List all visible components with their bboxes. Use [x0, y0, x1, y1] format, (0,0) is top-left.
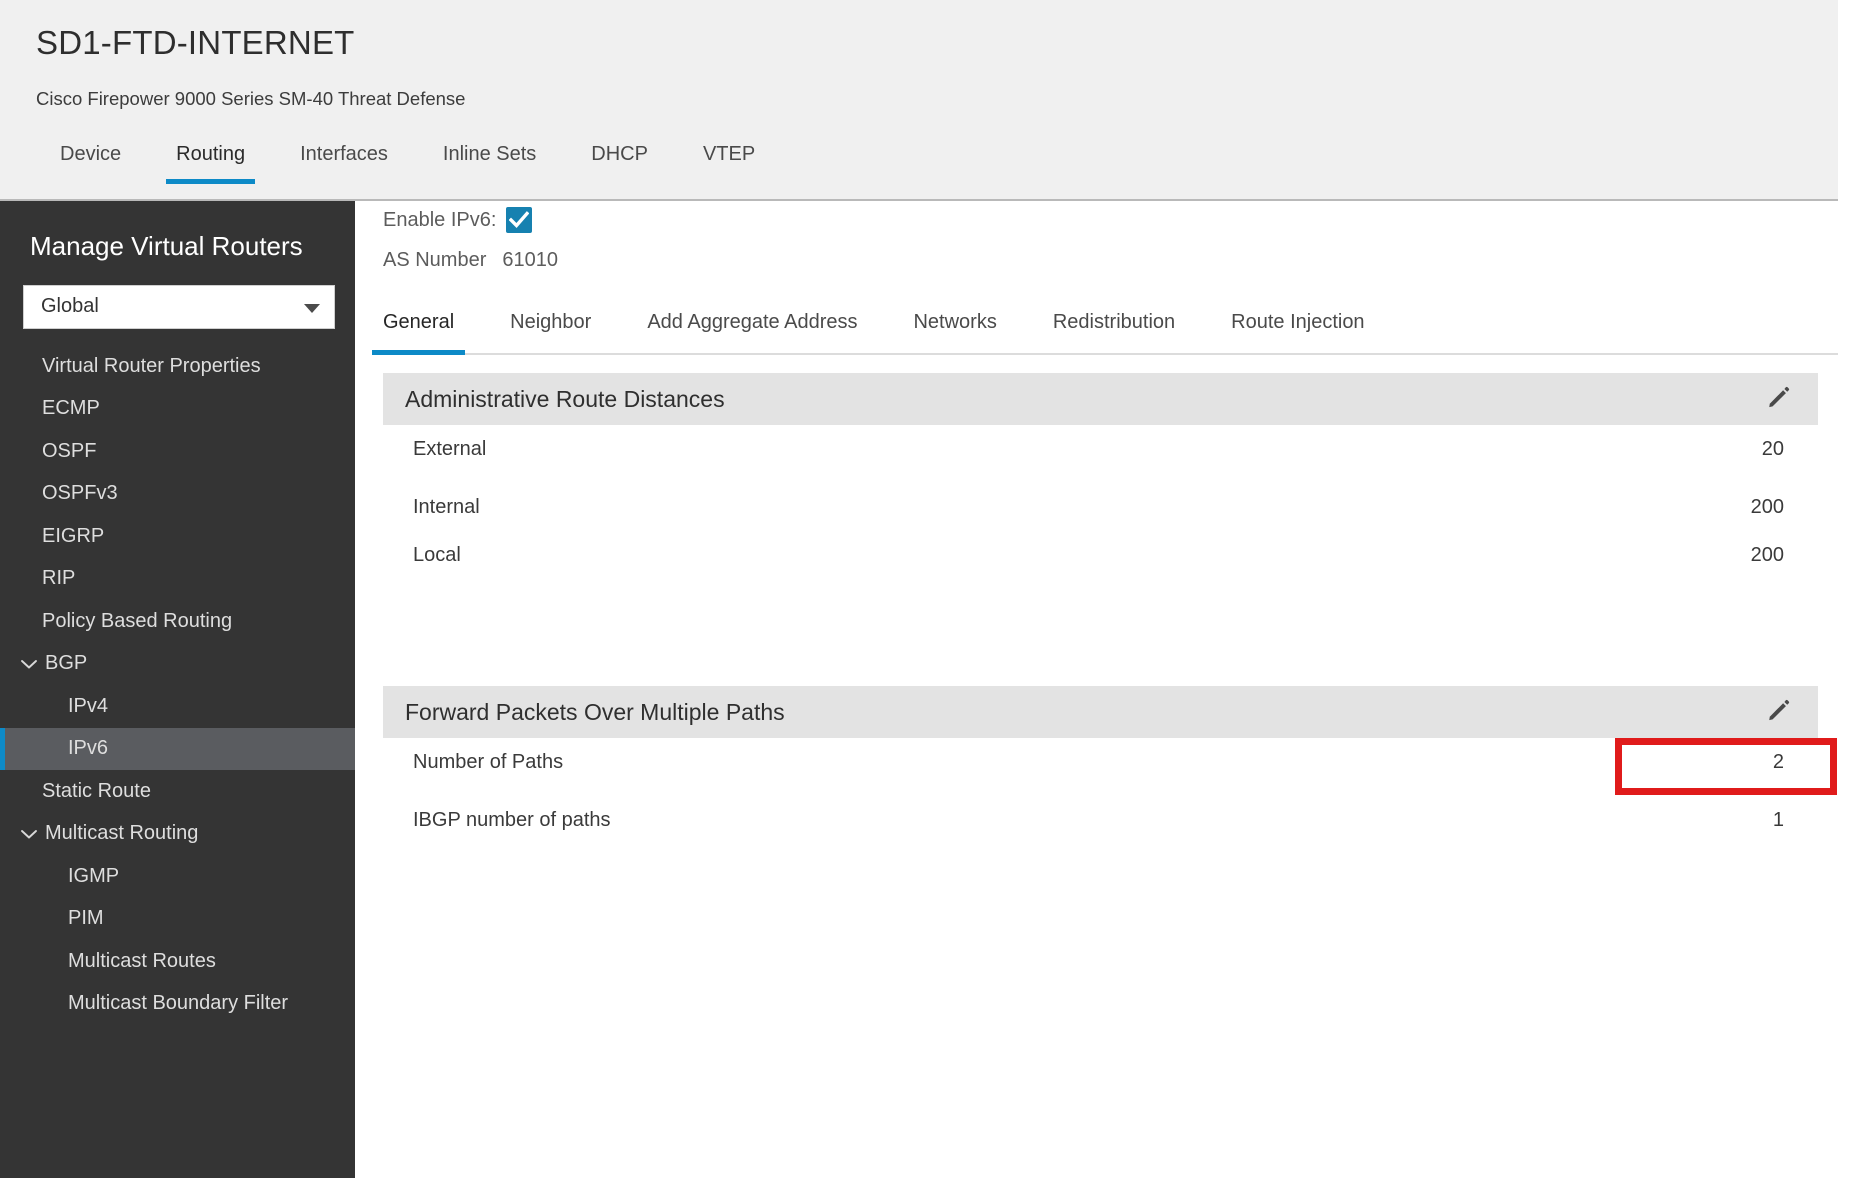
table-row: Local 200	[383, 531, 1818, 579]
sidebar-heading: Manage Virtual Routers	[30, 231, 303, 261]
panel-title: Forward Packets Over Multiple Paths	[405, 698, 785, 725]
tab-routing[interactable]: Routing	[166, 143, 256, 184]
table-row: Number of Paths 2	[383, 738, 1818, 786]
sidebar-nav-list: Virtual Router Properties ECMP OSPF OSPFv3 E…	[0, 345, 355, 1025]
sidebar-item-pim[interactable]: PIM	[0, 898, 355, 941]
as-number-label: AS Number	[383, 249, 487, 271]
chevron-down-icon[interactable]	[17, 828, 41, 840]
sidebar-item-label: OSPF	[42, 439, 97, 462]
panel-header: Administrative Route Distances	[383, 373, 1818, 425]
enable-ipv6-row: Enable IPv6:	[383, 207, 533, 233]
panel-title: Administrative Route Distances	[405, 385, 725, 412]
sidebar-item-label: Static Route	[42, 779, 151, 802]
sidebar-item-ipv6[interactable]: IPv6	[0, 727, 355, 770]
sidebar-item-label: Virtual Router Properties	[42, 354, 261, 377]
main-tab-bar: Device Routing Interfaces Inline Sets DHCP VT…	[60, 143, 755, 184]
pencil-icon[interactable]	[1766, 697, 1792, 728]
sidebar-item-label: IPv4	[68, 694, 109, 717]
admin-route-distances-panel: Administrative Route Distances External 2…	[383, 373, 1818, 579]
as-number-value: 61010	[502, 249, 558, 271]
row-label: Number of Paths	[413, 750, 564, 773]
sidebar-item-multicast-boundary-filter[interactable]: Multicast Boundary Filter	[0, 983, 355, 1026]
subtab-route-injection[interactable]: Route Injection	[1231, 311, 1364, 353]
sidebar-item-label: ECMP	[42, 397, 100, 420]
sidebar-item-label: PIM	[68, 907, 104, 930]
pencil-icon[interactable]	[1766, 384, 1792, 415]
sidebar-item-label: Multicast Boundary Filter	[68, 992, 289, 1015]
row-label: External	[413, 437, 487, 460]
sidebar-item-bgp[interactable]: BGP	[0, 643, 355, 686]
panel-rows: Number of Paths 2 IBGP number of paths 1	[383, 738, 1818, 844]
bgp-sub-tab-bar: General Neighbor Add Aggregate Address Netw…	[371, 311, 1838, 355]
sidebar-item-multicast-routing[interactable]: Multicast Routing	[0, 813, 355, 856]
panel-rows: External 20 Internal 200 Local 200	[383, 425, 1818, 579]
sidebar-item-multicast-routes[interactable]: Multicast Routes	[0, 940, 355, 983]
row-value: 1	[1772, 808, 1784, 831]
sidebar-item-label: BGP	[45, 652, 88, 675]
sidebar-item-ospf[interactable]: OSPF	[0, 430, 355, 473]
enable-ipv6-checkbox[interactable]	[506, 207, 533, 233]
row-value: 2	[1772, 750, 1784, 773]
sidebar-item-static-route[interactable]: Static Route	[0, 770, 355, 813]
virtual-router-select[interactable]: Global	[23, 285, 335, 329]
virtual-router-select-value: Global	[41, 295, 99, 317]
content-area: Enable IPv6: AS Number 61010 General Neigh…	[355, 201, 1850, 1178]
tab-inline-sets[interactable]: Inline Sets	[443, 143, 536, 184]
subtab-neighbor[interactable]: Neighbor	[510, 311, 591, 353]
table-row: External 20	[383, 425, 1818, 473]
tab-interfaces[interactable]: Interfaces	[300, 143, 388, 184]
table-row: IBGP number of paths 1	[383, 796, 1818, 844]
subtab-general[interactable]: General	[371, 311, 466, 355]
sidebar-item-virtual-router-properties[interactable]: Virtual Router Properties	[0, 345, 355, 388]
page-title: SD1-FTD-INTERNET	[36, 24, 355, 61]
sidebar-item-label: Multicast Routing	[45, 822, 199, 845]
subtab-add-aggregate-address[interactable]: Add Aggregate Address	[647, 311, 857, 353]
sidebar-item-label: IGMP	[68, 864, 120, 887]
sidebar-item-label: EIGRP	[42, 524, 105, 547]
tab-device[interactable]: Device	[60, 143, 121, 184]
enable-ipv6-label: Enable IPv6:	[383, 208, 497, 231]
row-value: 20	[1761, 437, 1784, 460]
forward-packets-multiple-paths-panel: Forward Packets Over Multiple Paths Numb…	[383, 686, 1818, 844]
chevron-down-icon[interactable]	[17, 658, 41, 670]
sidebar-item-label: Policy Based Routing	[42, 609, 233, 632]
device-model-subtitle: Cisco Firepower 9000 Series SM-40 Threat…	[36, 88, 466, 109]
sidebar-item-rip[interactable]: RIP	[0, 558, 355, 601]
sidebar-item-eigrp[interactable]: EIGRP	[0, 515, 355, 558]
subtab-networks[interactable]: Networks	[913, 311, 996, 353]
sidebar: Manage Virtual Routers Global Virtual Ro…	[0, 201, 355, 1178]
sidebar-item-igmp[interactable]: IGMP	[0, 855, 355, 898]
as-number-row: AS Number 61010	[383, 249, 558, 272]
row-label: IBGP number of paths	[413, 808, 611, 831]
tab-vtep[interactable]: VTEP	[703, 143, 755, 184]
row-label: Internal	[413, 495, 480, 518]
checkmark-icon	[509, 211, 530, 228]
row-value: 200	[1750, 495, 1784, 518]
row-value: 200	[1750, 543, 1784, 566]
tab-dhcp[interactable]: DHCP	[591, 143, 648, 184]
sidebar-item-label: RIP	[42, 567, 76, 590]
sidebar-item-label: IPv6	[68, 737, 109, 760]
page-header: SD1-FTD-INTERNET Cisco Firepower 9000 Se…	[0, 0, 1838, 201]
subtab-redistribution[interactable]: Redistribution	[1053, 311, 1175, 353]
sidebar-item-ipv4[interactable]: IPv4	[0, 685, 355, 728]
sidebar-item-policy-based-routing[interactable]: Policy Based Routing	[0, 600, 355, 643]
sidebar-item-label: OSPFv3	[42, 482, 118, 505]
sidebar-item-label: Multicast Routes	[68, 949, 216, 972]
chevron-down-icon	[304, 304, 320, 313]
sidebar-item-ospfv3[interactable]: OSPFv3	[0, 473, 355, 516]
sidebar-item-ecmp[interactable]: ECMP	[0, 388, 355, 431]
table-row: Internal 200	[383, 483, 1818, 531]
panel-header: Forward Packets Over Multiple Paths	[383, 686, 1818, 738]
row-label: Local	[413, 543, 461, 566]
